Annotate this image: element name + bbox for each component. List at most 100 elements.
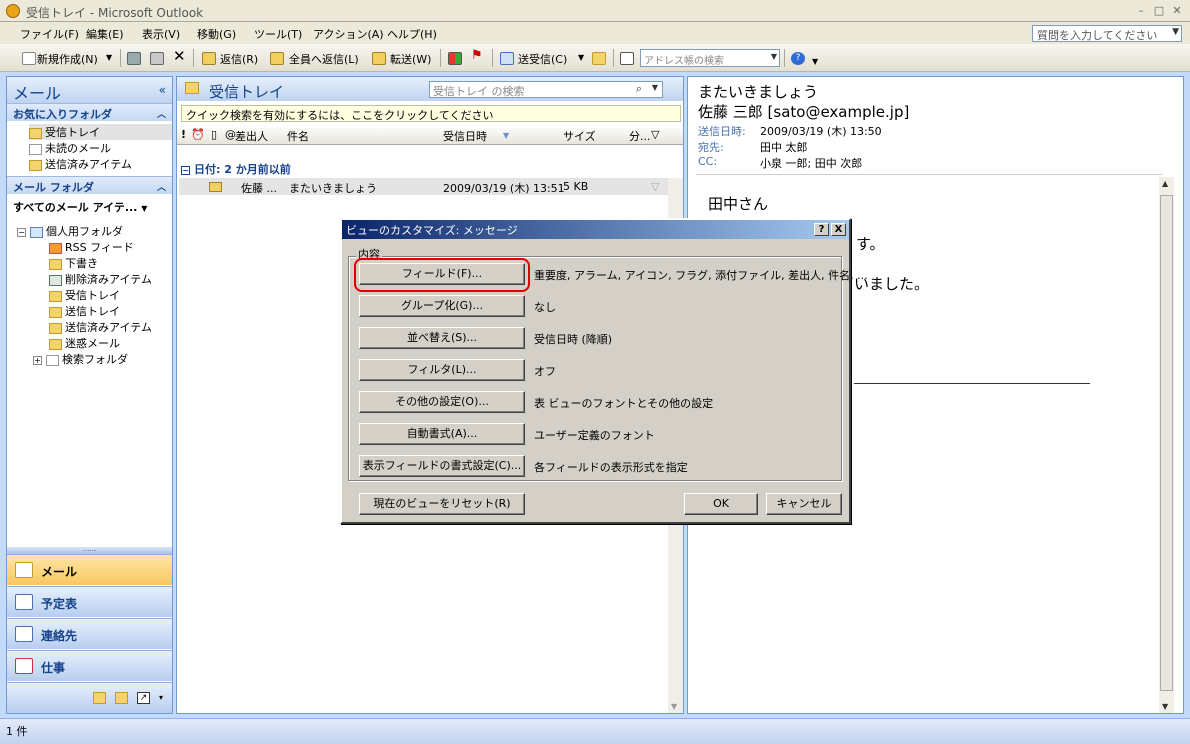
- row-subject: またいきましょう: [289, 182, 377, 195]
- fields-button[interactable]: フィールド(F)...: [359, 263, 525, 285]
- enable-instant-search-banner[interactable]: クイック検索を有効にするには、ここをクリックしてください: [181, 105, 681, 122]
- dialog-help-button[interactable]: ?: [814, 223, 829, 236]
- tree-item-drafts[interactable]: 下書き: [49, 255, 98, 271]
- move-to-folder-icon[interactable]: [150, 52, 164, 65]
- menu-edit[interactable]: 編集(E): [86, 26, 124, 42]
- instant-search-input[interactable]: 受信トレイ の検索 ⌕ ▼: [429, 81, 663, 98]
- menu-help[interactable]: ヘルプ(H): [387, 26, 437, 42]
- address-book-search-input[interactable]: アドレス帳の検索 ▼: [640, 49, 780, 67]
- group-by-button[interactable]: グループ化(G)...: [359, 295, 525, 317]
- cc-value[interactable]: 小泉 一郎; 田中 次郎: [760, 155, 862, 171]
- nav-button-tasks[interactable]: 仕事: [7, 650, 172, 681]
- reply-button[interactable]: 返信(R): [220, 51, 258, 67]
- help-question-box[interactable]: 質問を入力してください ▼: [1032, 25, 1182, 42]
- inbox-folder-icon: [29, 127, 42, 139]
- rss-icon: [49, 242, 62, 254]
- collapse-group-icon[interactable]: −: [181, 166, 190, 175]
- reply-all-button[interactable]: 全員へ返信(L): [289, 51, 359, 67]
- address-book-icon[interactable]: [620, 52, 634, 65]
- minimize-button[interactable]: –: [1134, 5, 1148, 17]
- help-icon[interactable]: ?: [791, 52, 805, 65]
- menu-go[interactable]: 移動(G): [197, 26, 236, 42]
- scroll-down-icon[interactable]: ▼: [1162, 702, 1168, 711]
- maximize-button[interactable]: □: [1152, 5, 1166, 17]
- favorite-inbox[interactable]: 受信トレイ: [29, 124, 172, 140]
- column-received[interactable]: 受信日時: [443, 128, 487, 144]
- tree-item-junk[interactable]: 迷惑メール: [49, 335, 120, 351]
- menu-view[interactable]: 表示(V): [142, 26, 180, 42]
- format-columns-button[interactable]: 表示フィールドの書式設定(C)...: [359, 455, 525, 477]
- cancel-button[interactable]: キャンセル: [766, 493, 842, 515]
- new-button[interactable]: 新規作成(N): [37, 51, 98, 67]
- collapse-icon[interactable]: −: [17, 228, 26, 237]
- collapse-nav-icon[interactable]: «: [159, 83, 166, 97]
- column-from[interactable]: 差出人: [235, 128, 268, 144]
- close-button[interactable]: ✕: [1170, 5, 1184, 17]
- message-from[interactable]: 佐藤 三郎 [sato@example.jp]: [698, 101, 909, 122]
- nav-splitter-handle[interactable]: ......: [7, 546, 172, 554]
- tree-item-inbox[interactable]: 受信トレイ: [49, 287, 120, 303]
- all-mail-items-selector[interactable]: すべてのメール アイテ... ▼: [13, 199, 147, 215]
- table-row[interactable]: 佐藤 ... またいきましょう 2009/03/19 (木) 13:51 5 K…: [179, 178, 669, 195]
- flag-icon[interactable]: ▽: [651, 180, 659, 193]
- open-folder-icon[interactable]: [592, 52, 606, 65]
- toolbar-options-icon[interactable]: ▼: [812, 57, 818, 66]
- shortcuts-icon[interactable]: ↗: [137, 692, 150, 704]
- sort-descending-icon: ▼: [503, 131, 510, 140]
- nav-button-calendar[interactable]: 予定表: [7, 586, 172, 617]
- to-value[interactable]: 田中 太郎: [760, 139, 808, 155]
- reminder-column-icon[interactable]: ⏰: [191, 128, 205, 141]
- configure-buttons-icon[interactable]: ▾: [159, 693, 163, 702]
- tree-item-search-folders[interactable]: + 検索フォルダ: [33, 351, 128, 367]
- other-settings-button[interactable]: その他の設定(O)...: [359, 391, 525, 413]
- auto-format-button[interactable]: 自動書式(A)...: [359, 423, 525, 445]
- all-mail-label: すべてのメール アイテ...: [13, 201, 138, 214]
- print-icon[interactable]: [127, 52, 141, 65]
- tree-item-outbox[interactable]: 送信トレイ: [49, 303, 120, 319]
- menu-file[interactable]: ファイル(F): [20, 26, 79, 42]
- search-placeholder: 受信トレイ の検索: [433, 85, 525, 98]
- dialog-close-button[interactable]: X: [831, 223, 846, 236]
- scroll-down-icon[interactable]: ▼: [671, 702, 677, 711]
- categorize-icon[interactable]: [448, 52, 462, 65]
- favorite-unread[interactable]: 未読のメール: [29, 140, 111, 156]
- reading-scrollbar[interactable]: ▲ ▼: [1159, 177, 1174, 713]
- send-receive-dropdown-icon[interactable]: ▼: [578, 53, 584, 62]
- delete-icon[interactable]: ✕: [173, 47, 186, 65]
- tree-root-personal-folders[interactable]: − 個人用フォルダ: [17, 223, 123, 239]
- mail-folders-section-header[interactable]: メール フォルダ ︿: [7, 176, 172, 194]
- expand-icon[interactable]: +: [33, 356, 42, 365]
- tree-item-label: RSS フィード: [65, 241, 134, 254]
- menu-actions[interactable]: アクション(A): [313, 26, 384, 42]
- menu-tools[interactable]: ツール(T): [254, 26, 302, 42]
- reset-view-button[interactable]: 現在のビューをリセット(R): [359, 493, 525, 515]
- chevron-down-icon[interactable]: ▼: [652, 83, 658, 92]
- sort-button[interactable]: 並べ替え(S)...: [359, 327, 525, 349]
- nav-button-contacts[interactable]: 連絡先: [7, 618, 172, 649]
- flag-icon[interactable]: ⚑: [471, 48, 483, 63]
- tree-item-rss[interactable]: RSS フィード: [49, 239, 134, 255]
- ok-button[interactable]: OK: [684, 493, 758, 515]
- chevron-up-icon: ︿: [156, 110, 166, 120]
- scroll-up-icon[interactable]: ▲: [1162, 179, 1168, 188]
- forward-button[interactable]: 転送(W): [390, 51, 431, 67]
- favorite-sent[interactable]: 送信済みアイテム: [29, 156, 132, 172]
- column-category[interactable]: 分...: [629, 128, 651, 144]
- notes-icon[interactable]: [93, 692, 106, 704]
- send-receive-button[interactable]: 送受信(C): [518, 51, 567, 67]
- importance-column-icon[interactable]: !: [181, 128, 186, 141]
- flag-column-icon[interactable]: ▽: [651, 128, 659, 141]
- group-header[interactable]: − 日付: 2 か月前以前: [181, 161, 291, 177]
- tree-item-sent[interactable]: 送信済みアイテム: [49, 319, 152, 335]
- column-size[interactable]: サイズ: [563, 128, 596, 144]
- column-subject[interactable]: 件名: [287, 128, 309, 144]
- favorites-section-header[interactable]: お気に入りフォルダ ︿: [7, 103, 172, 121]
- search-icon[interactable]: ⌕: [636, 82, 642, 96]
- filter-button[interactable]: フィルタ(L)...: [359, 359, 525, 381]
- nav-button-mail[interactable]: メール: [7, 554, 172, 585]
- folder-list-icon[interactable]: [115, 692, 128, 704]
- icon-column-icon[interactable]: ▯: [211, 128, 217, 141]
- tree-item-deleted[interactable]: 削除済みアイテム: [49, 271, 152, 287]
- new-dropdown-icon[interactable]: ▼: [106, 53, 112, 62]
- scroll-thumb[interactable]: [1160, 195, 1173, 691]
